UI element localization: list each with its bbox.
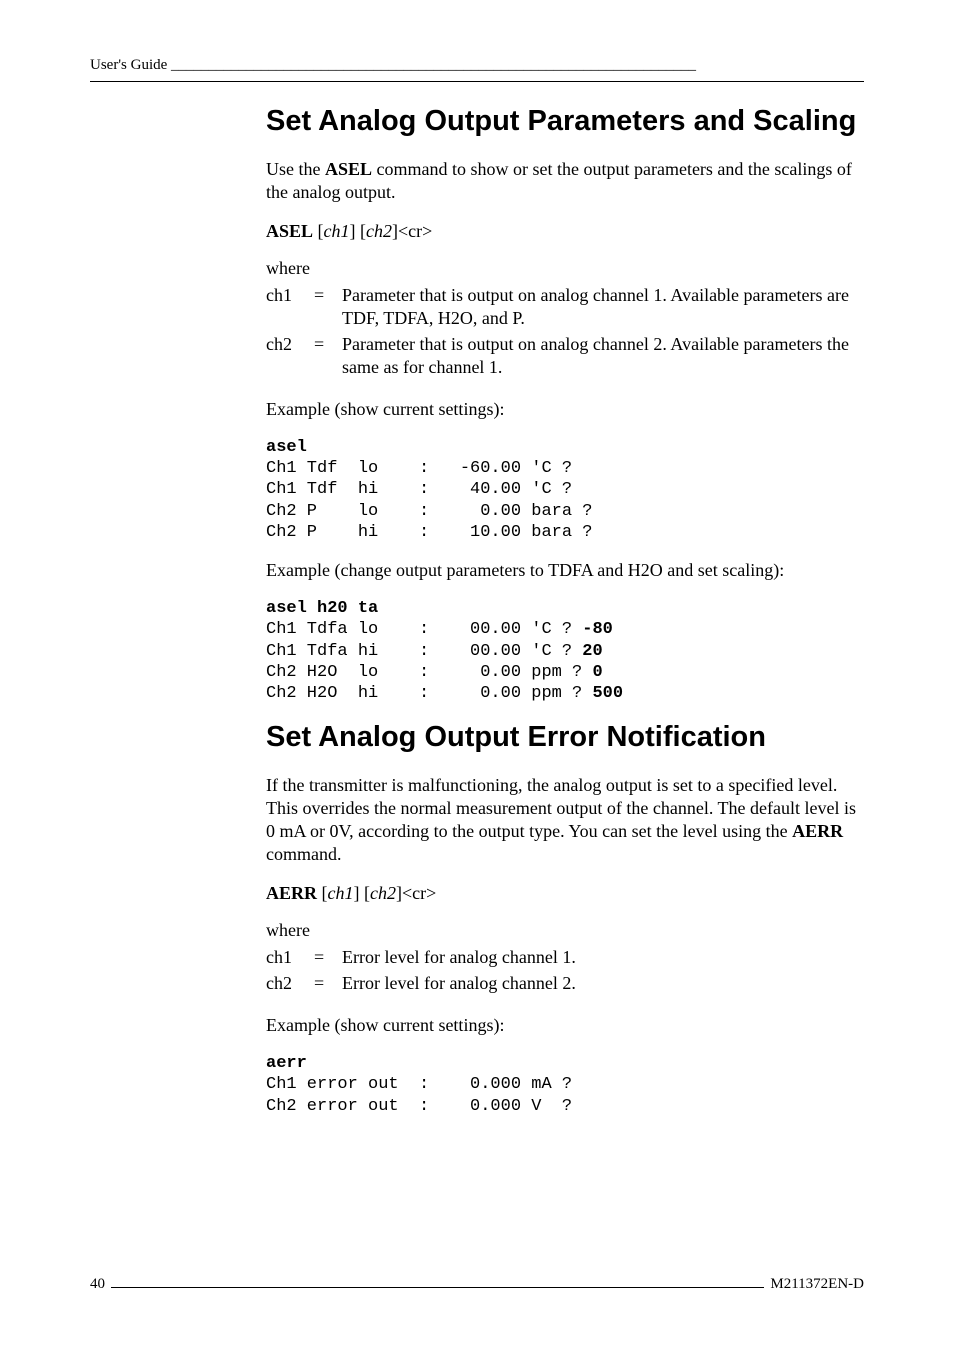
where-eq: = [314,972,342,998]
where-eq: = [314,333,342,382]
asel-intro: Use the ASEL command to show or set the … [266,158,864,204]
where-row: ch2 = Error level for analog channel 2. [266,972,582,998]
aerr-example-code: aerr Ch1 error out : 0.000 mA ? Ch2 erro… [266,1053,864,1117]
doc-id: M211372EN-D [770,1275,864,1294]
asel-syntax: ASEL [ch1] [ch2]<cr> [266,220,864,243]
where-desc: Error level for analog channel 1. [342,946,582,972]
footer-rule [111,1287,764,1288]
where-row: ch1 = Error level for analog channel 1. [266,946,582,972]
aerr-where-table: ch1 = Error level for analog channel 1. … [266,946,582,998]
where-row: ch1 = Parameter that is output on analog… [266,284,864,333]
aerr-example-caption: Example (show current settings): [266,1014,864,1037]
where-key: ch2 [266,333,314,382]
where-desc: Error level for analog channel 2. [342,972,582,998]
where-key: ch1 [266,284,314,333]
heading-set-analog-output-error: Set Analog Output Error Notification [266,720,864,755]
where-row: ch2 = Parameter that is output on analog… [266,333,864,382]
where-eq: = [314,946,342,972]
where-desc: Parameter that is output on analog chann… [342,333,864,382]
where-key: ch1 [266,946,314,972]
where-desc: Parameter that is output on analog chann… [342,284,864,333]
asel-example2-caption: Example (change output parameters to TDF… [266,559,864,582]
asel-example1-code: asel Ch1 Tdf lo : -60.00 'C ? Ch1 Tdf hi… [266,437,864,543]
asel-example1-caption: Example (show current settings): [266,398,864,421]
header-rule [90,81,864,82]
asel-where-table: ch1 = Parameter that is output on analog… [266,284,864,382]
where-eq: = [314,284,342,333]
aerr-intro: If the transmitter is malfunctioning, th… [266,774,864,866]
asel-example2-code: asel h20 ta Ch1 Tdfa lo : 00.00 'C ? -80… [266,598,864,704]
where-label-2: where [266,919,864,942]
heading-set-analog-output-params: Set Analog Output Parameters and Scaling [266,104,864,139]
where-label-1: where [266,257,864,280]
where-key: ch2 [266,972,314,998]
running-head-text: User's Guide ___________________________… [90,57,696,73]
page-number: 40 [90,1275,105,1294]
aerr-syntax: AERR [ch1] [ch2]<cr> [266,882,864,905]
